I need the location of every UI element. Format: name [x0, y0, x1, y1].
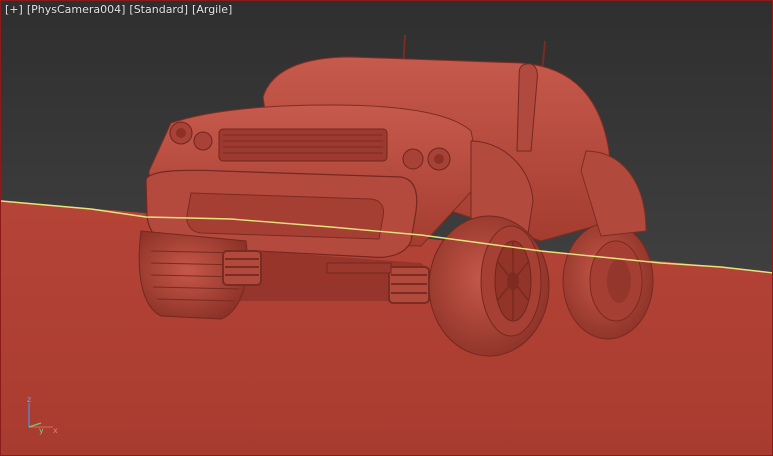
viewport-shading-menu[interactable]: [Standard] [129, 3, 188, 16]
bumper-plate [186, 192, 384, 240]
chassis-bar [326, 262, 392, 274]
axis-y-label: y [39, 426, 44, 435]
viewport-display-menu[interactable]: [Argile] [192, 3, 232, 16]
axis-z-label: z [27, 395, 31, 404]
suspension-right [388, 266, 430, 304]
suspension-left [222, 250, 262, 286]
rear-wheel-right [562, 222, 654, 340]
viewport-physcamera[interactable]: [+] [PhysCamera004] [Standard] [Argile] [0, 0, 773, 456]
scene-render[interactable] [1, 1, 773, 456]
viewport-camera-menu[interactable]: [PhysCamera004] [27, 3, 126, 16]
axis-tripod-icon: z y x [27, 395, 58, 435]
viewport-plus-menu[interactable]: [+] [5, 3, 23, 16]
hood-grille [218, 128, 388, 162]
viewport-label-menu: [+] [PhysCamera004] [Standard] [Argile] [5, 3, 232, 16]
axis-x-label: x [53, 426, 58, 435]
front-wheel-right [428, 215, 550, 357]
